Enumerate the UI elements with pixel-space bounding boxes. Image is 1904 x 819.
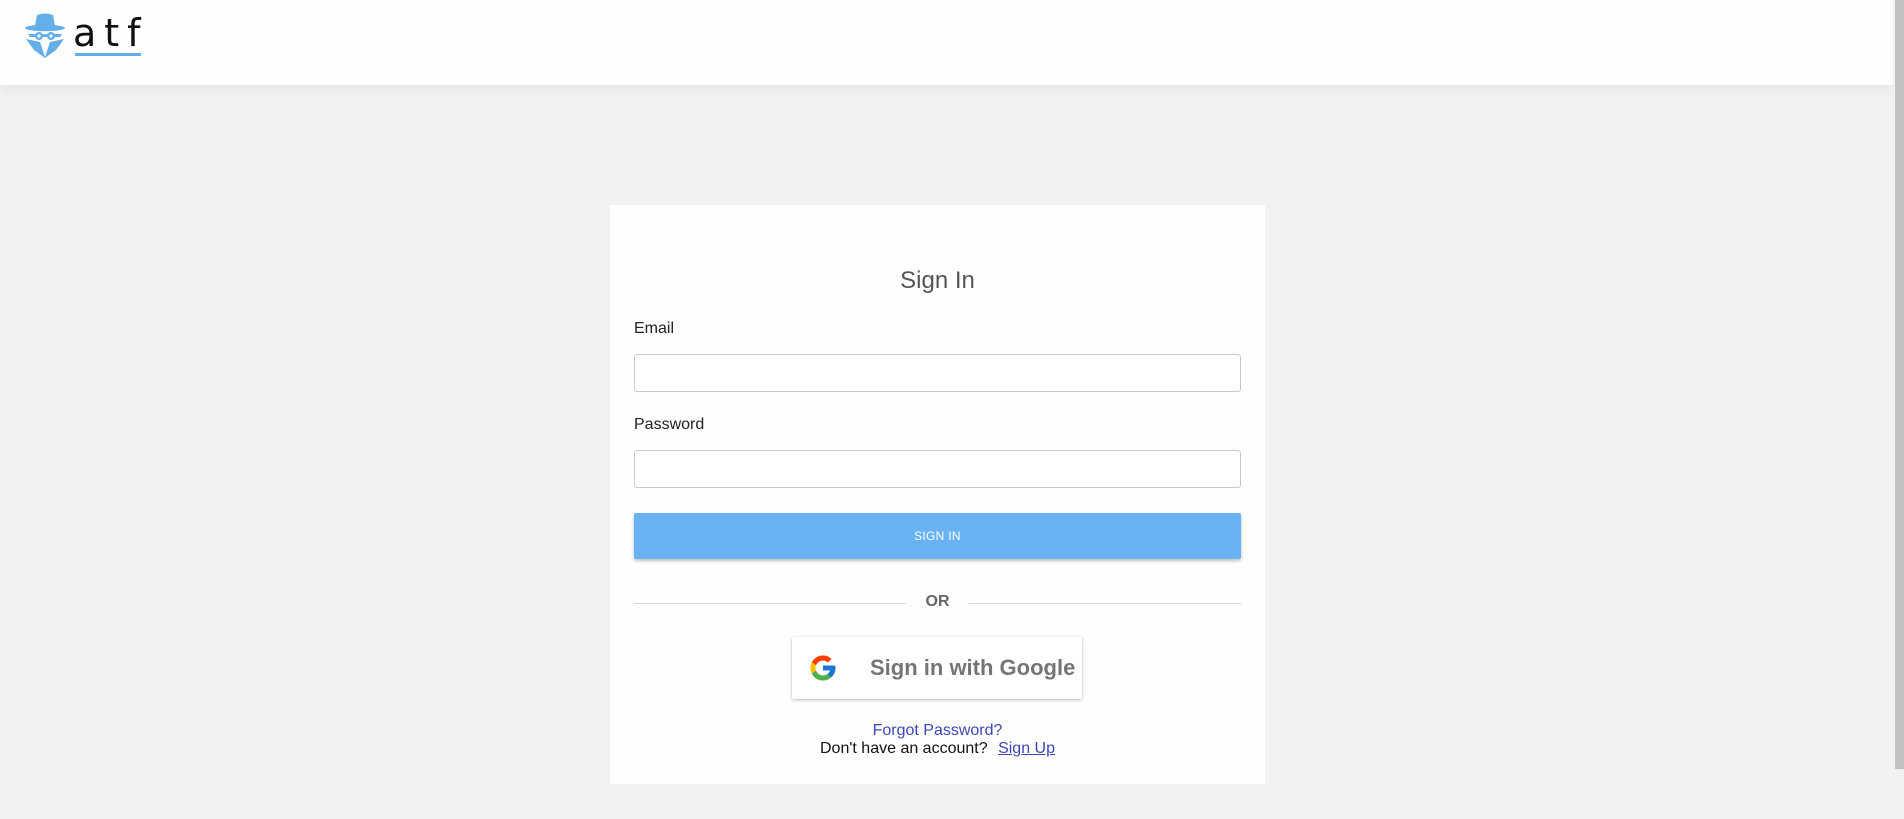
email-field[interactable] <box>634 354 1241 392</box>
google-sign-in-button[interactable]: Sign in with Google <box>792 637 1082 699</box>
no-account-text: Don't have an account? <box>820 740 988 757</box>
logo-wordmark: atf <box>73 11 149 55</box>
logo-text: atf <box>73 14 149 56</box>
sign-in-button[interactable]: SIGN IN <box>634 513 1241 559</box>
forgot-password-link[interactable]: Forgot Password? <box>610 722 1265 740</box>
google-sign-in-label: Sign in with Google <box>870 655 1076 680</box>
email-label: Email <box>634 320 675 337</box>
signin-card: Sign In Email Password SIGN IN OR Sign i… <box>610 205 1265 784</box>
top-bar: atf <box>0 0 1893 85</box>
sign-up-link[interactable]: Sign Up <box>998 740 1055 757</box>
page-title: Sign In <box>900 267 975 294</box>
password-label: Password <box>634 416 705 433</box>
logo[interactable]: atf <box>24 12 149 58</box>
spy-hat-icon <box>25 13 65 58</box>
signup-row: Don't have an account? Sign Up <box>610 740 1265 758</box>
or-label: OR <box>925 593 950 610</box>
scrollbar-thumb[interactable] <box>1895 0 1904 769</box>
logo-underline <box>75 53 141 56</box>
password-field[interactable] <box>634 450 1241 488</box>
scrollbar[interactable] <box>1893 0 1904 819</box>
or-divider: OR <box>634 589 1241 619</box>
google-g-icon <box>810 655 836 681</box>
